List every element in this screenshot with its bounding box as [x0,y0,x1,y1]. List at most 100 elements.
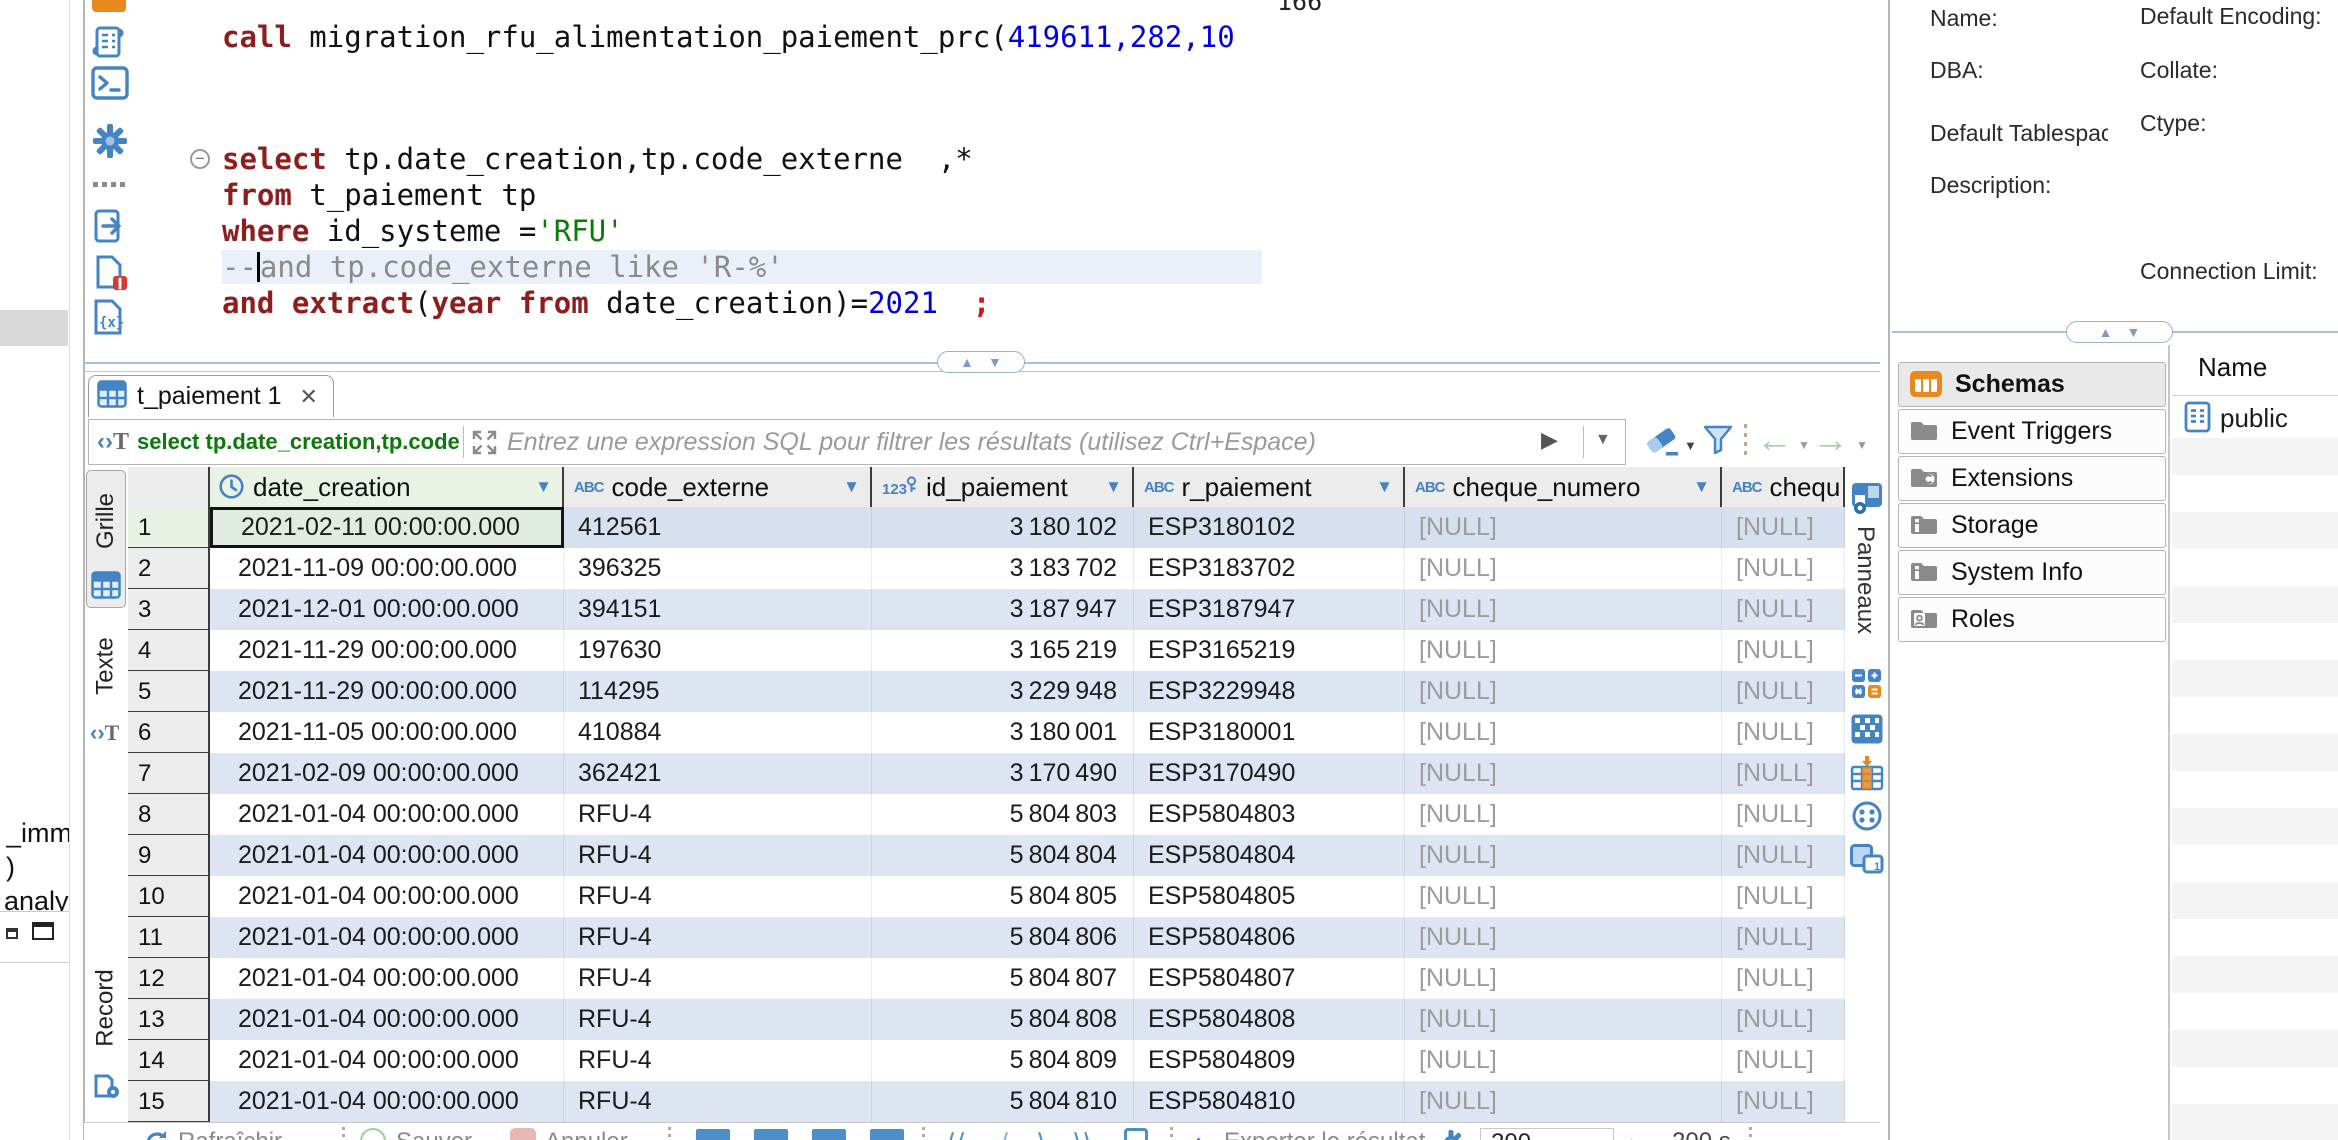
sort-dropdown-icon[interactable]: ▼ [843,477,860,497]
cell-date_creation[interactable]: 2021-02-09 00:00:00.000 [210,753,564,794]
row-number[interactable]: 15 [128,1081,210,1122]
cell-code_externe[interactable]: RFU-4 [564,794,872,835]
cell-chequ[interactable]: [NULL] [1722,712,1845,753]
column-header-code_externe[interactable]: ABCcode_externe▼ [564,467,872,507]
column-header-r_paiement[interactable]: ABCr_paiement▼ [1134,467,1405,507]
export-result-icon[interactable]: ↑ [1192,1128,1205,1140]
cell-cheque_numero[interactable]: [NULL] [1405,876,1722,917]
cell-id_paiement[interactable]: 5 804 810 [872,1081,1134,1122]
cell-chequ[interactable]: [NULL] [1722,630,1845,671]
cell-r_paiement[interactable]: ESP3170490 [1134,753,1405,794]
cell-id_paiement[interactable]: 3 170 490 [872,753,1134,794]
cell-r_paiement[interactable]: ESP5804806 [1134,917,1405,958]
cell-code_externe[interactable]: RFU-4 [564,1081,872,1122]
table-row[interactable]: 42021-11-29 00:00:00.0001976303 165 219E… [128,630,1845,671]
table-row[interactable]: 32021-12-01 00:00:00.0003941513 187 947E… [128,589,1845,630]
row-number[interactable]: 13 [128,999,210,1040]
cell-r_paiement[interactable]: ESP3183702 [1134,548,1405,589]
fetch-flow-icon[interactable]: ⤚ [1630,1128,1651,1140]
cell-date_creation[interactable]: 2021-11-29 00:00:00.000 [210,630,564,671]
fetch-size-input[interactable]: 200 [1480,1128,1614,1140]
cell-code_externe[interactable]: 362421 [564,753,872,794]
cell-id_paiement[interactable]: 5 804 806 [872,917,1134,958]
first-row-icon[interactable]: ⟨⟨ [946,1128,966,1140]
section-item-system-info[interactable]: System Info [1898,550,2166,595]
cell-id_paiement[interactable]: 3 180 001 [872,712,1134,753]
row-number[interactable]: 6 [128,712,210,753]
table-row[interactable]: 72021-02-09 00:00:00.0003624213 170 490E… [128,753,1845,794]
cell-date_creation[interactable]: 2021-12-01 00:00:00.000 [210,589,564,630]
cell-cheque_numero[interactable]: [NULL] [1405,753,1722,794]
cell-chequ[interactable]: [NULL] [1722,548,1845,589]
cell-code_externe[interactable]: 410884 [564,712,872,753]
erase-filter-dropdown-icon[interactable]: ▼ [1684,438,1697,453]
cell-id_paiement[interactable]: 5 804 803 [872,794,1134,835]
column-header-id_paiement[interactable]: 123id_paiement▼ [872,467,1134,507]
nav-forward-icon[interactable]: → [1812,419,1849,461]
table-row[interactable]: 92021-01-04 00:00:00.000RFU-45 804 804ES… [128,835,1845,876]
grille-tab[interactable]: Grille [86,470,126,608]
sql-line[interactable]: where id_systeme ='RFU' [222,214,624,248]
cell-r_paiement[interactable]: ESP3187947 [1134,589,1405,630]
sql-line[interactable]: --and tp.code_externe like 'R-%' [222,250,784,284]
cell-chequ[interactable]: [NULL] [1722,958,1845,999]
cell-cheque_numero[interactable]: [NULL] [1405,671,1722,712]
row-number[interactable]: 8 [128,794,210,835]
objects-name-header[interactable]: Name [2198,352,2267,383]
row-number[interactable]: 10 [128,876,210,917]
cell-cheque_numero[interactable]: [NULL] [1405,589,1722,630]
filter-dropdown-icon[interactable]: ▼ [1595,431,1611,449]
next-row-icon[interactable]: ⟩ [1036,1128,1046,1140]
prev-row-icon[interactable]: ⟨ [1000,1128,1010,1140]
cell-date_creation[interactable]: 2021-01-04 00:00:00.000 [210,999,564,1040]
bg-window-icon[interactable] [32,922,54,940]
table-row[interactable]: 122021-01-04 00:00:00.000RFU-45 804 807E… [128,958,1845,999]
cell-cheque_numero[interactable]: [NULL] [1405,1081,1722,1122]
cell-date_creation[interactable]: 2021-11-29 00:00:00.000 [210,671,564,712]
cell-chequ[interactable]: [NULL] [1722,507,1845,548]
cell-r_paiement[interactable]: ESP3180001 [1134,712,1405,753]
cell-chequ[interactable]: [NULL] [1722,835,1845,876]
settings-gear-icon[interactable] [91,122,129,165]
cell-id_paiement[interactable]: 3 187 947 [872,589,1134,630]
sql-console-icon[interactable] [91,66,129,105]
cell-r_paiement[interactable]: ESP3229948 [1134,671,1405,712]
cell-id_paiement[interactable]: 5 804 809 [872,1040,1134,1081]
cell-id_paiement[interactable]: 5 804 808 [872,999,1134,1040]
last-row-icon[interactable]: ⟩⟩ [1072,1128,1092,1140]
value-viewer-panel-icon[interactable] [1850,713,1884,750]
cell-code_externe[interactable]: RFU-4 [564,917,872,958]
cell-date_creation[interactable]: 2021-11-09 00:00:00.000 [210,548,564,589]
cell-id_paiement[interactable]: 3 183 702 [872,548,1134,589]
fetch-settings-gear-icon[interactable] [1436,1128,1466,1140]
sql-line[interactable]: from t_paiement tp [222,178,536,212]
nav-back-dropdown-icon[interactable]: ▼ [1798,438,1810,452]
cell-chequ[interactable]: [NULL] [1722,999,1845,1040]
table-row[interactable]: 62021-11-05 00:00:00.0004108843 180 001E… [128,712,1845,753]
row-number[interactable]: 3 [128,589,210,630]
cell-cheque_numero[interactable]: [NULL] [1405,835,1722,876]
cell-r_paiement[interactable]: ESP3180102 [1134,507,1405,548]
section-item-roles[interactable]: Roles [1898,597,2166,642]
sql-line[interactable]: select tp.date_creation,tp.code_externe … [222,142,973,176]
cell-code_externe[interactable]: 114295 [564,671,872,712]
cell-code_externe[interactable]: 394151 [564,589,872,630]
cell-code_externe[interactable]: RFU-4 [564,835,872,876]
cell-code_externe[interactable]: 197630 [564,630,872,671]
layout-panel-icon[interactable]: 1 [1850,844,1884,879]
row-number[interactable]: 1 [128,507,210,548]
sql-line[interactable]: call migration_rfu_alimentation_paiement… [222,20,1262,54]
column-header-chequ[interactable]: ABCchequ [1722,467,1845,507]
table-row[interactable]: 142021-01-04 00:00:00.000RFU-45 804 809E… [128,1040,1845,1081]
cell-chequ[interactable]: [NULL] [1722,1040,1845,1081]
table-row[interactable]: 132021-01-04 00:00:00.000RFU-45 804 808E… [128,999,1845,1040]
refresh-label[interactable]: Rafraîchir [178,1128,282,1140]
cell-date_creation[interactable]: 2021-01-04 00:00:00.000 [210,876,564,917]
cell-chequ[interactable]: [NULL] [1722,589,1845,630]
goto-row-icon[interactable] [1124,1128,1148,1140]
table-row[interactable]: 152021-01-04 00:00:00.000RFU-45 804 810E… [128,1081,1845,1122]
right-panel-divider[interactable] [2168,345,2170,1140]
filter-input-placeholder[interactable]: Entrez une expression SQL pour filtrer l… [507,428,1537,457]
sql-editor[interactable]: call migration_rfu_alimentation_paiement… [135,0,1880,362]
cancel-icon[interactable] [510,1128,536,1140]
